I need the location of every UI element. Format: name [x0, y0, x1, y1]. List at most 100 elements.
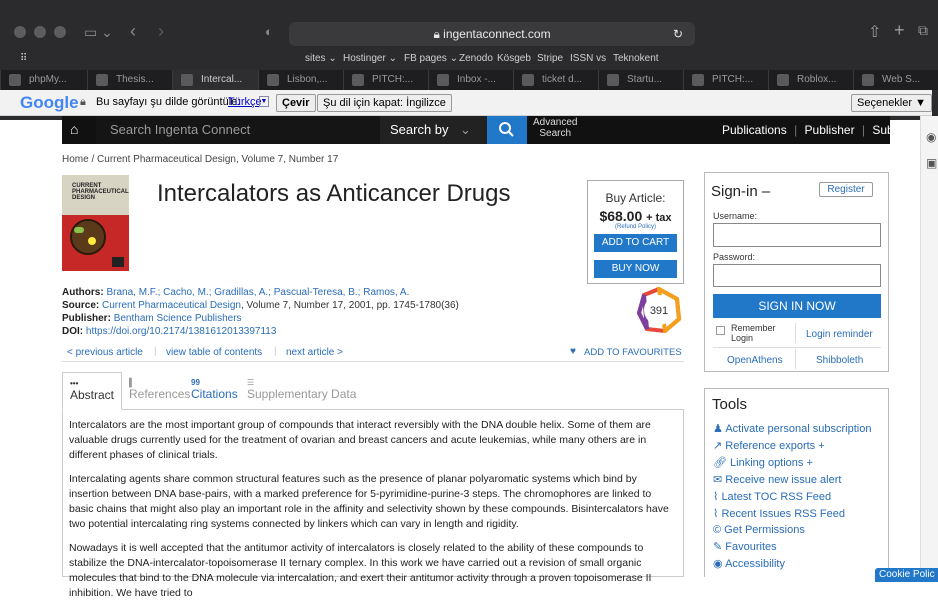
eye-icon[interactable]: ◉ — [926, 130, 936, 144]
browser-tab[interactable]: Inbox -... — [428, 70, 513, 90]
favourites-link[interactable]: ✎ Favourites — [713, 540, 871, 553]
cookie-policy-button[interactable]: Cookie Polic — [875, 568, 938, 582]
tab-citations[interactable]: 99 Citations — [184, 372, 245, 410]
browser-tab-active[interactable]: Intercal... — [172, 70, 258, 90]
breadcrumb-home[interactable]: Home — [62, 154, 89, 165]
search-input[interactable]: Search Ingenta Connect — [96, 116, 380, 144]
remember-login-checkbox[interactable] — [716, 326, 725, 335]
bookmark[interactable]: Stripe — [537, 53, 563, 64]
recent-issues-rss-link[interactable]: ⌇ Recent Issues RSS Feed — [713, 507, 871, 520]
zoom-window-button[interactable] — [54, 26, 66, 38]
language-select[interactable]: Türkçe — [228, 96, 262, 108]
shield-icon[interactable]: ◐ — [265, 24, 273, 39]
bookmark[interactable]: sites ⌄ — [305, 53, 337, 64]
refund-policy-link[interactable]: (Refund Policy) — [588, 224, 683, 230]
lock-icon: 🔒︎ — [80, 96, 86, 108]
sign-in-title: Sign-in – — [711, 183, 771, 200]
new-tab-icon[interactable]: + — [894, 20, 905, 41]
add-to-favourites-link[interactable]: ADD TO FAVOURITES — [584, 347, 682, 358]
user-icon: ♟︎ — [713, 423, 726, 435]
note-icon[interactable]: ▣ — [926, 156, 937, 170]
chevron-down-icon[interactable]: ▼ — [259, 96, 269, 107]
tab-supplementary-data[interactable]: ☰ Supplementary Data — [240, 372, 363, 410]
next-article-link[interactable]: next article > — [286, 347, 343, 358]
search-button[interactable] — [487, 116, 527, 144]
sidebar-toggle-icon[interactable]: ▭ ⌄ — [84, 24, 113, 41]
grid-icon[interactable]: ⠿ — [20, 53, 27, 64]
bookmark[interactable]: Zenodo — [459, 53, 493, 64]
tab-abstract[interactable]: ••• Abstract — [62, 372, 122, 410]
browser-tab[interactable]: Lisbon,... — [258, 70, 343, 90]
never-translate-button[interactable]: Şu dil için kapat: İngilizce — [317, 94, 452, 112]
export-icon: ↗︎ — [713, 440, 726, 452]
username-field[interactable] — [713, 223, 881, 247]
article-navigation: < previous article | view table of conte… — [62, 346, 684, 362]
forward-icon[interactable]: › — [158, 21, 164, 42]
bookmark[interactable]: ISSN vs — [570, 53, 606, 64]
back-icon[interactable]: ‹ — [130, 21, 136, 42]
previous-article-link[interactable]: < previous article — [67, 347, 143, 358]
translate-prompt: Bu sayfayı şu dilde görüntüle: — [96, 96, 241, 108]
shibboleth-link[interactable]: Shibboleth — [816, 355, 863, 366]
sign-in-button[interactable]: SIGN IN NOW — [713, 294, 881, 318]
linking-options-link[interactable]: 🔗︎ Linking options + — [713, 456, 871, 469]
heart-icon[interactable]: ♥ — [570, 346, 576, 357]
bookmark[interactable]: FB pages ⌄ — [404, 53, 458, 64]
browser-tab[interactable]: ticket d... — [513, 70, 598, 90]
copyright-icon: © — [713, 524, 725, 536]
login-reminder-link[interactable]: Login reminder — [806, 329, 873, 340]
sign-in-panel: Sign-in – Register Username: Password: S… — [704, 172, 889, 372]
register-button[interactable]: Register — [819, 182, 873, 197]
bookmark[interactable]: Teknokent — [613, 53, 659, 64]
password-field[interactable] — [713, 264, 881, 287]
add-to-cart-button[interactable]: ADD TO CART — [594, 234, 677, 252]
publisher-link[interactable]: Bentham Science Publishers — [114, 313, 242, 324]
reload-icon[interactable]: ↻ — [673, 22, 683, 46]
minimize-window-button[interactable] — [34, 26, 46, 38]
publisher-link[interactable]: Publisher — [805, 123, 855, 137]
breadcrumb-journal[interactable]: Current Pharmaceutical Design — [97, 154, 236, 165]
browser-tab[interactable]: Thesis... — [87, 70, 172, 90]
reference-exports-link[interactable]: ↗︎ Reference exports + — [713, 439, 871, 452]
share-icon[interactable]: ⇧ — [868, 22, 881, 42]
home-icon[interactable]: ⌂ — [70, 121, 78, 137]
tab-overview-icon[interactable]: ⧉ — [918, 22, 928, 39]
source-journal-link[interactable]: Current Pharmaceutical Design — [102, 300, 241, 311]
doi-link[interactable]: https://doi.org/10.2174/1381612013397113 — [86, 326, 277, 337]
price: $68.00 — [599, 208, 643, 224]
tab-bar: phpMy... Thesis... Intercal... Lisbon,..… — [0, 70, 938, 90]
close-window-button[interactable] — [14, 26, 26, 38]
tools-title: Tools — [712, 396, 748, 413]
authors-links[interactable]: Brana, M.F.; Cacho, M.; Gradillas, A.; P… — [106, 287, 409, 298]
browser-tab[interactable]: phpMy... — [0, 70, 87, 90]
options-button[interactable]: Seçenekler ▼ — [851, 94, 932, 112]
bookmark[interactable]: Hostinger ⌄ — [343, 53, 397, 64]
openathens-link[interactable]: OpenAthens — [727, 355, 783, 366]
browser-tab[interactable]: PITCH:... — [683, 70, 768, 90]
browser-tab[interactable]: Roblox... — [768, 70, 853, 90]
browser-tab[interactable]: PITCH:... — [343, 70, 428, 90]
advanced-search-link[interactable]: Advanced Search — [533, 117, 577, 139]
subjects-link[interactable]: Subjects — [872, 123, 918, 137]
accessibility-link[interactable]: ◉ Accessibility — [713, 557, 871, 570]
search-by-select[interactable]: Search by ⌄ — [380, 116, 487, 144]
activate-subscription-link[interactable]: ♟︎ Activate personal subscription — [713, 422, 871, 435]
quote-icon: 99 — [191, 378, 200, 387]
google-logo: Google — [20, 93, 79, 112]
publications-link[interactable]: Publications — [722, 123, 787, 137]
translate-button[interactable]: Çevir — [276, 94, 316, 112]
browser-tab[interactable]: Web S... — [853, 70, 938, 90]
altmetric-badge[interactable]: 391 — [636, 287, 682, 333]
table-of-contents-link[interactable]: view table of contents — [166, 347, 262, 358]
journal-cover-image[interactable]: CURRENT PHARMACEUTICAL DESIGN — [62, 175, 129, 271]
abstract-paragraph: Nowadays it is well accepted that the an… — [69, 542, 652, 599]
browser-tab[interactable]: Startu... — [598, 70, 683, 90]
buy-now-button[interactable]: BUY NOW — [594, 260, 677, 278]
chevron-down-icon: ⌄ — [460, 122, 471, 137]
latest-toc-rss-link[interactable]: ⌇ Latest TOC RSS Feed — [713, 490, 871, 503]
bookmark[interactable]: Kösgeb — [497, 53, 531, 64]
new-issue-alert-link[interactable]: ✉︎ Receive new issue alert — [713, 473, 871, 486]
address-bar[interactable]: 🔒︎ ingentaconnect.com ↻ — [289, 22, 695, 46]
get-permissions-link[interactable]: © Get Permissions — [713, 524, 871, 536]
side-rail: ◉ ▣ — [920, 116, 938, 577]
